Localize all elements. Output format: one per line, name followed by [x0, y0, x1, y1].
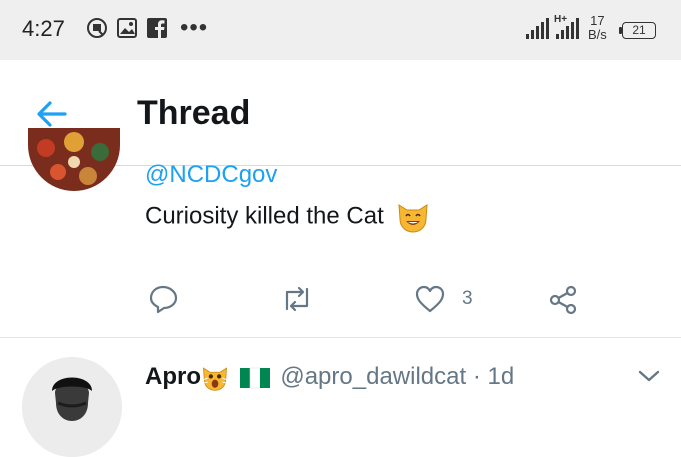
network-speed: 17 B/s — [588, 14, 607, 42]
tweet-text: Curiosity killed the Cat — [145, 201, 430, 233]
battery-icon: 21 — [622, 22, 656, 39]
avatar[interactable] — [28, 128, 120, 191]
author-name: Apro — [145, 363, 201, 390]
status-time: 4:27 — [22, 16, 65, 41]
reply-avatar[interactable] — [22, 357, 122, 457]
facebook-icon — [147, 18, 167, 38]
retweet-icon[interactable] — [279, 284, 315, 314]
page-title: Thread — [137, 94, 251, 132]
tweet-body: Curiosity killed the Cat — [145, 202, 384, 230]
chevron-down-icon[interactable] — [637, 368, 661, 384]
speed-unit: B/s — [588, 27, 607, 42]
screaming-cat-emoji-icon — [203, 366, 227, 391]
signal-strength-icon — [526, 18, 549, 39]
author-handle-time: @apro_dawildcat · 1d — [280, 363, 515, 390]
reply-icon[interactable] — [148, 284, 180, 314]
more-notifications-icon: ••• — [180, 14, 209, 41]
status-bar: 4:27 ••• H+ 17 B/s 21 — [0, 0, 681, 60]
mention-link[interactable]: @NCDCgov — [145, 161, 277, 189]
smiling-cat-emoji-icon — [398, 204, 429, 233]
speed-value: 17 — [590, 13, 605, 28]
signal-strength-2-icon — [556, 18, 579, 39]
nigeria-flag-icon — [239, 367, 270, 388]
like-heart-icon[interactable] — [414, 284, 446, 314]
reply-author-line[interactable]: Apro @apro_dawildcat · 1d — [145, 363, 514, 392]
back-arrow-icon[interactable] — [34, 96, 70, 132]
share-icon[interactable] — [547, 284, 579, 316]
like-count: 3 — [462, 288, 473, 309]
divider — [0, 337, 681, 338]
gallery-icon — [117, 18, 137, 38]
quote-notification-icon — [87, 18, 107, 38]
